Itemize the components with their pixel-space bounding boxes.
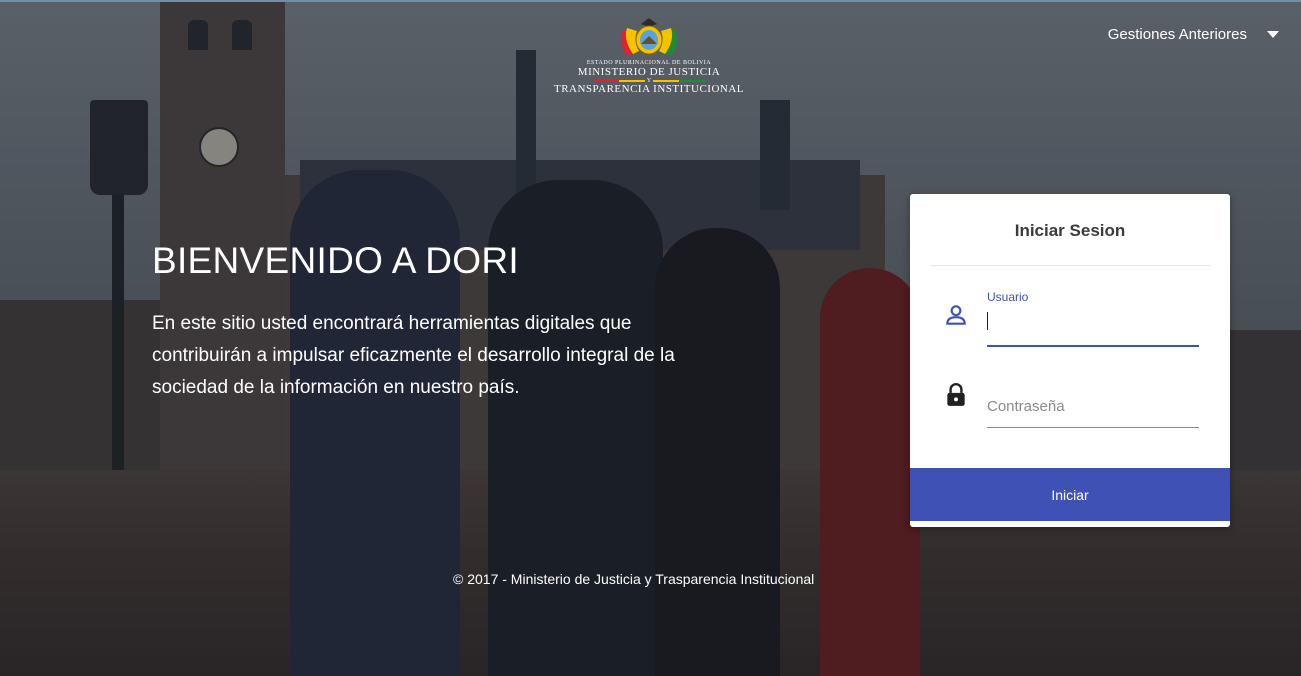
username-input[interactable] <box>987 308 1199 334</box>
previous-terms-menu[interactable]: Gestiones Anteriores <box>1108 24 1279 44</box>
text-cursor <box>987 312 988 330</box>
login-page: ESTADO PLURINACIONAL DE BOLIVIA MINISTER… <box>0 0 1301 676</box>
login-divider <box>930 265 1210 266</box>
password-input[interactable] <box>987 393 1199 419</box>
login-title: Iniciar Sesion <box>1014 221 1126 240</box>
password-field <box>910 378 1230 438</box>
footer-copyright: © 2017 - Ministerio de Justicia y Traspa… <box>453 571 815 587</box>
username-field: Usuario <box>910 288 1230 348</box>
top-accent-line <box>0 0 1301 2</box>
login-card: Iniciar Sesion Usuario Iniciar <box>910 194 1230 527</box>
welcome-title: BIENVENIDO A DORI <box>152 240 519 281</box>
welcome-description: En este sitio usted encontrará herramien… <box>152 313 675 398</box>
logo-transparency-text: TRANSPARENCIA INSTITUCIONAL <box>553 83 745 95</box>
logo-ministry-text: MINISTERIO DE JUSTICIA <box>577 66 721 78</box>
previous-terms-label[interactable]: Gestiones Anteriores <box>1108 26 1247 43</box>
username-label: Usuario <box>987 290 1029 304</box>
person-icon <box>943 302 969 328</box>
ministry-logo: ESTADO PLURINACIONAL DE BOLIVIA MINISTER… <box>548 16 750 96</box>
password-underline <box>987 427 1199 428</box>
coat-of-arms-emblem <box>613 16 685 58</box>
login-button[interactable]: Iniciar <box>910 468 1230 521</box>
username-underline <box>987 345 1199 347</box>
caret-down-icon[interactable] <box>1267 30 1279 38</box>
lock-icon <box>943 382 969 408</box>
